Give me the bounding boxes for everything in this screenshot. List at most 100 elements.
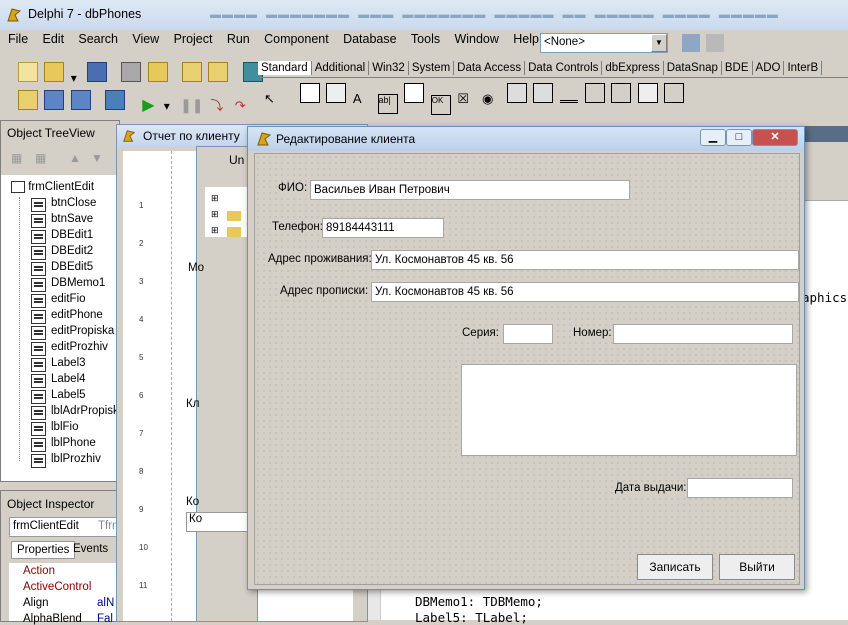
view-form-icon[interactable] (44, 90, 65, 110)
save-all-icon[interactable] (121, 62, 142, 82)
open-project-icon[interactable] (147, 62, 168, 82)
palette-tab-system[interactable]: System (409, 61, 455, 75)
toggle-form-unit-icon[interactable] (70, 90, 91, 110)
tab-events[interactable]: Events (73, 543, 108, 555)
edit-component-icon[interactable]: ab| (377, 94, 398, 114)
ide-title-bar[interactable]: Delphi 7 - dbPhones ▬▬▬▬ ▬▬▬▬▬▬▬ ▬▬▬ ▬▬▬… (0, 0, 848, 30)
pointer-icon[interactable]: ↖ (264, 91, 282, 109)
radiogroup-component-icon[interactable] (611, 83, 632, 103)
expand-icon[interactable]: ⊞ (211, 225, 219, 236)
tab-properties[interactable]: Properties (11, 541, 76, 559)
registration-address-input[interactable]: Ул. Космонавтов 45 кв. 56 (371, 282, 799, 302)
main-menu-component-icon[interactable] (299, 83, 320, 103)
save-desktop-icon[interactable] (682, 34, 700, 52)
arrow-up-icon[interactable]: ▲ (69, 151, 81, 165)
step-over-icon[interactable]: ↷ (235, 97, 253, 115)
palette-tab-additional[interactable]: Additional (312, 61, 370, 75)
panel-component-icon[interactable] (637, 83, 658, 103)
dialog-title-bar[interactable]: Редактирование клиента ▁ □ ✕ (248, 127, 804, 151)
menu-help[interactable]: Help (513, 32, 539, 46)
menu-project[interactable]: Project (174, 32, 213, 46)
trace-into-icon[interactable]: ⤵ (210, 97, 228, 115)
chevron-down-icon[interactable]: ▼ (651, 34, 667, 52)
close-icon[interactable]: ✕ (752, 129, 798, 146)
new-form-icon[interactable] (105, 90, 126, 110)
expand-icon[interactable]: ⊞ (211, 193, 219, 204)
add-file-icon[interactable] (182, 62, 203, 82)
inspector-object-combo[interactable]: frmClientEdit Tfrm (9, 517, 122, 537)
combobox-component-icon[interactable] (533, 83, 554, 103)
property-value[interactable]: Fal (97, 613, 113, 625)
menu-database[interactable]: Database (343, 32, 397, 46)
issue-date-input[interactable] (687, 478, 793, 498)
chevron-down-icon[interactable]: ▾ (71, 71, 81, 89)
phone-label: Телефон: (271, 221, 324, 233)
palette-tab-data-controls[interactable]: Data Controls (525, 61, 603, 75)
palette-tab-interbase[interactable]: InterB (784, 61, 823, 75)
menu-window[interactable]: Window (454, 32, 498, 46)
minimize-icon[interactable]: ▁ (700, 129, 726, 146)
ruler-number: 3 (139, 277, 144, 286)
ruler-number: 9 (139, 505, 144, 514)
view-unit-icon[interactable] (18, 90, 38, 110)
groupbox-component-icon[interactable] (584, 83, 605, 103)
desktop-combo[interactable]: <None> ▼ (540, 33, 668, 53)
property-value[interactable]: alN (97, 597, 114, 609)
menu-edit[interactable]: Edit (43, 32, 65, 46)
memo-component-icon[interactable] (404, 83, 425, 103)
menu-component[interactable]: Component (264, 32, 329, 46)
residence-address-input[interactable]: Ул. Космонавтов 45 кв. 56 (371, 250, 799, 270)
palette-tab-win32[interactable]: Win32 (369, 61, 409, 75)
menu-view[interactable]: View (132, 32, 159, 46)
set-debug-desktop-icon[interactable] (706, 34, 725, 52)
scrollbar-component-icon[interactable] (559, 82, 578, 103)
pause-icon[interactable]: ❚❚ (180, 96, 203, 114)
button-component-icon[interactable]: OK (430, 95, 451, 115)
checkbox-component-icon[interactable]: ☒ (457, 91, 475, 109)
fio-input[interactable]: Васильев Иван Петрович (310, 180, 630, 200)
listbox-component-icon[interactable] (506, 83, 527, 103)
palette-tab-datasnap[interactable]: DataSnap (664, 61, 722, 75)
ide-title: Delphi 7 - dbPhones (28, 7, 142, 21)
popup-menu-component-icon[interactable] (326, 83, 347, 103)
new-item-icon[interactable]: ▦ (11, 151, 22, 165)
label-component-icon[interactable]: A (353, 91, 371, 109)
palette-tab-dbexpress[interactable]: dbExpress (602, 61, 664, 75)
code-fragment: aphics (802, 290, 848, 305)
ruler-number: 5 (139, 353, 144, 362)
remove-file-icon[interactable] (208, 62, 229, 82)
property-name[interactable]: AlphaBlend (23, 613, 82, 625)
actionlist-component-icon[interactable] (664, 83, 685, 103)
open-icon[interactable] (44, 62, 65, 82)
passport-number-input[interactable] (613, 324, 793, 344)
new-icon[interactable] (18, 62, 38, 82)
palette-tab-bde[interactable]: BDE (722, 61, 753, 75)
palette-tab-ado[interactable]: ADO (753, 61, 785, 75)
passport-issuer-memo[interactable] (461, 364, 797, 456)
save-icon[interactable] (87, 62, 108, 82)
palette-tab-standard[interactable]: Standard (258, 61, 312, 75)
standard-toolbar: ▾ (18, 62, 266, 89)
chevron-down-icon[interactable]: ▾ (164, 99, 174, 117)
menu-run[interactable]: Run (227, 32, 250, 46)
exit-button[interactable]: Выйти (719, 554, 795, 580)
phone-input[interactable]: 89184443111 (322, 218, 444, 238)
save-button[interactable]: Записать (637, 554, 713, 580)
expand-icon[interactable]: ⊞ (211, 209, 219, 220)
menu-tools[interactable]: Tools (411, 32, 440, 46)
property-name[interactable]: Action (23, 565, 55, 577)
property-name[interactable]: Align (23, 597, 49, 609)
run-icon[interactable]: ▶ (139, 97, 157, 115)
code-line: Label5: TLabel; (415, 610, 528, 625)
maximize-icon[interactable]: □ (726, 129, 752, 146)
property-name[interactable]: ActiveControl (23, 581, 91, 593)
palette-tab-data-access[interactable]: Data Access (454, 61, 526, 75)
menu-file[interactable]: File (8, 32, 28, 46)
menu-search[interactable]: Search (78, 32, 118, 46)
code-line: DBMemo1: TDBMemo; (415, 594, 543, 609)
arrow-down-icon[interactable]: ▼ (91, 151, 103, 165)
delete-item-icon[interactable]: ▦ (35, 151, 46, 165)
passport-series-input[interactable] (503, 324, 553, 344)
tree-root[interactable]: frmClientEdit (11, 181, 94, 193)
radiobutton-component-icon[interactable]: ◉ (482, 91, 500, 109)
